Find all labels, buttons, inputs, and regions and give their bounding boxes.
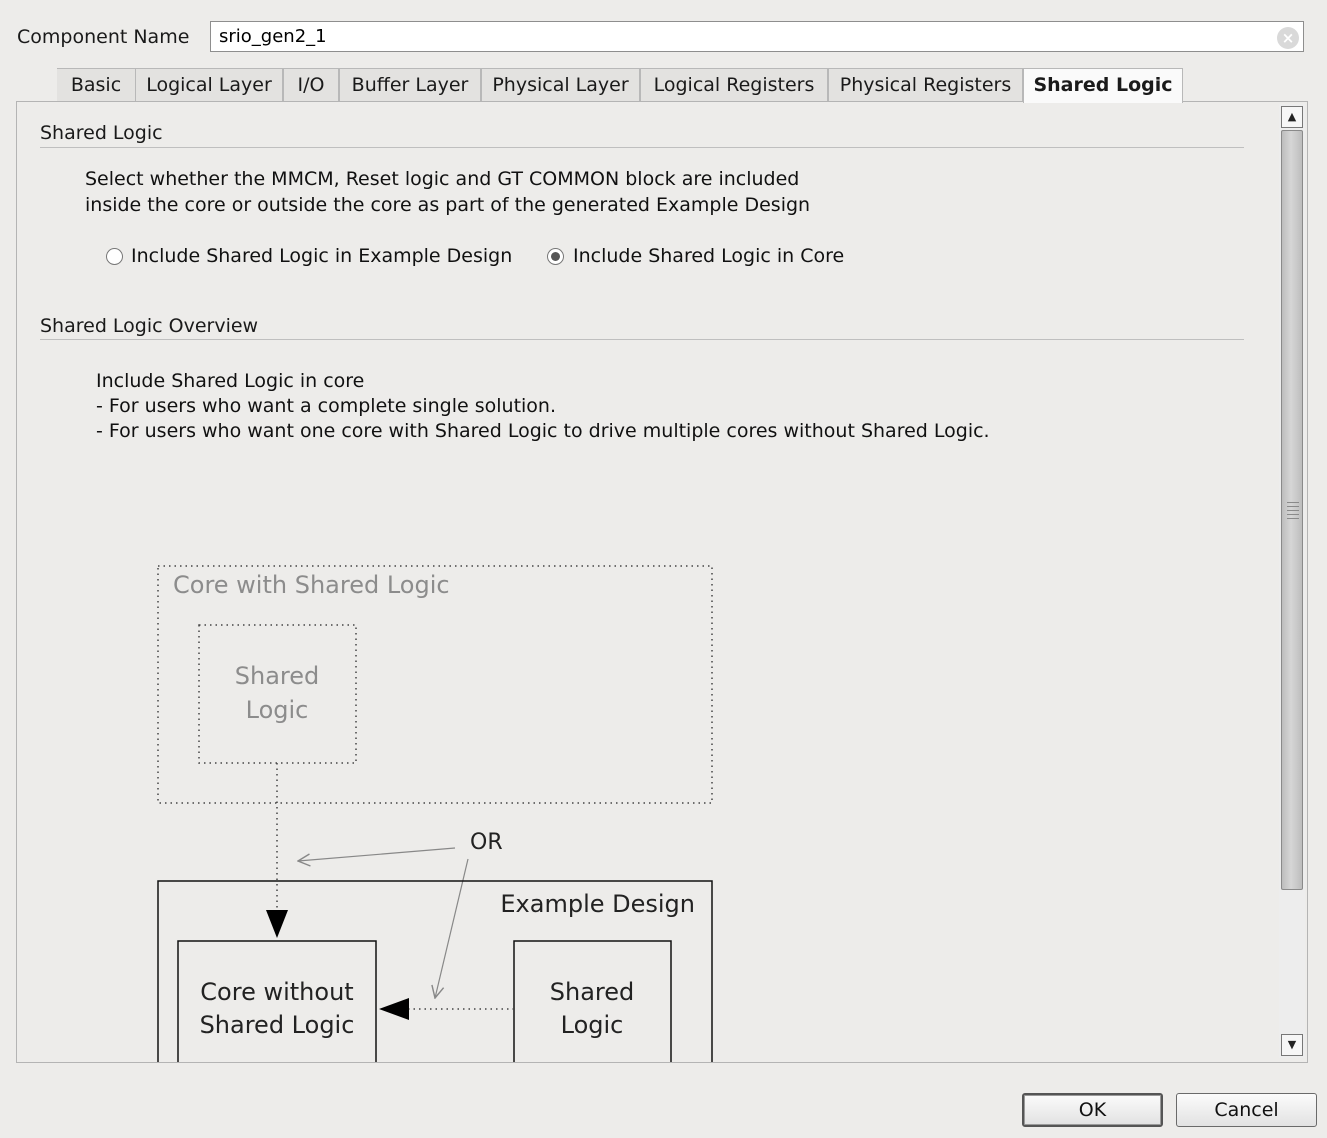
tab-basic[interactable]: Basic bbox=[57, 68, 136, 101]
scroll-down-icon[interactable]: ▼ bbox=[1281, 1034, 1303, 1056]
tab-physical-layer[interactable]: Physical Layer bbox=[481, 68, 640, 101]
shared-logic-diagram: Core with Shared Logic Shared Logic OR E… bbox=[157, 565, 713, 1062]
left-arrow-head bbox=[379, 998, 409, 1020]
tab-io[interactable]: I/O bbox=[283, 68, 339, 101]
component-name-row: Component Name × bbox=[0, 0, 1327, 60]
tab-shared-logic[interactable]: Shared Logic bbox=[1023, 68, 1183, 103]
scroll-up-icon[interactable]: ▲ bbox=[1281, 106, 1303, 128]
shared-logic-top-label-1: Shared bbox=[235, 662, 320, 690]
tab-logical-registers[interactable]: Logical Registers bbox=[640, 68, 828, 101]
vertical-scrollbar[interactable]: ▲ ▼ bbox=[1279, 104, 1305, 1058]
tab-bar: Basic Logical Layer I/O Buffer Layer Phy… bbox=[35, 68, 1195, 103]
tab-buffer-layer[interactable]: Buffer Layer bbox=[339, 68, 481, 101]
core-with-shared-logic-label: Core with Shared Logic bbox=[173, 571, 450, 599]
shared-logic-top-box bbox=[198, 624, 357, 764]
clear-icon[interactable]: × bbox=[1277, 27, 1299, 49]
scroll-thumb[interactable] bbox=[1281, 130, 1303, 890]
core-without-label-1: Core without bbox=[200, 978, 353, 1006]
shared-logic-panel: Shared Logic Select whether the MMCM, Re… bbox=[16, 101, 1308, 1063]
or-label: OR bbox=[470, 830, 503, 855]
or-arrow-left bbox=[298, 847, 456, 861]
shared-logic-bottom-label-1: Shared bbox=[550, 978, 635, 1006]
shared-logic-bottom-label-2: Logic bbox=[561, 1011, 624, 1039]
example-design-label: Example Design bbox=[500, 890, 695, 918]
tab-logical-layer[interactable]: Logical Layer bbox=[135, 68, 283, 101]
tab-physical-registers[interactable]: Physical Registers bbox=[828, 68, 1023, 101]
shared-logic-top-label-2: Logic bbox=[246, 696, 309, 724]
or-arrow-down bbox=[435, 858, 469, 998]
core-without-label-2: Shared Logic bbox=[200, 1011, 355, 1039]
cancel-button[interactable]: Cancel bbox=[1176, 1093, 1317, 1127]
ok-button[interactable]: OK bbox=[1022, 1093, 1163, 1127]
down-arrow-head bbox=[266, 910, 288, 938]
component-name-label: Component Name bbox=[17, 26, 190, 48]
component-name-input[interactable] bbox=[210, 21, 1304, 52]
